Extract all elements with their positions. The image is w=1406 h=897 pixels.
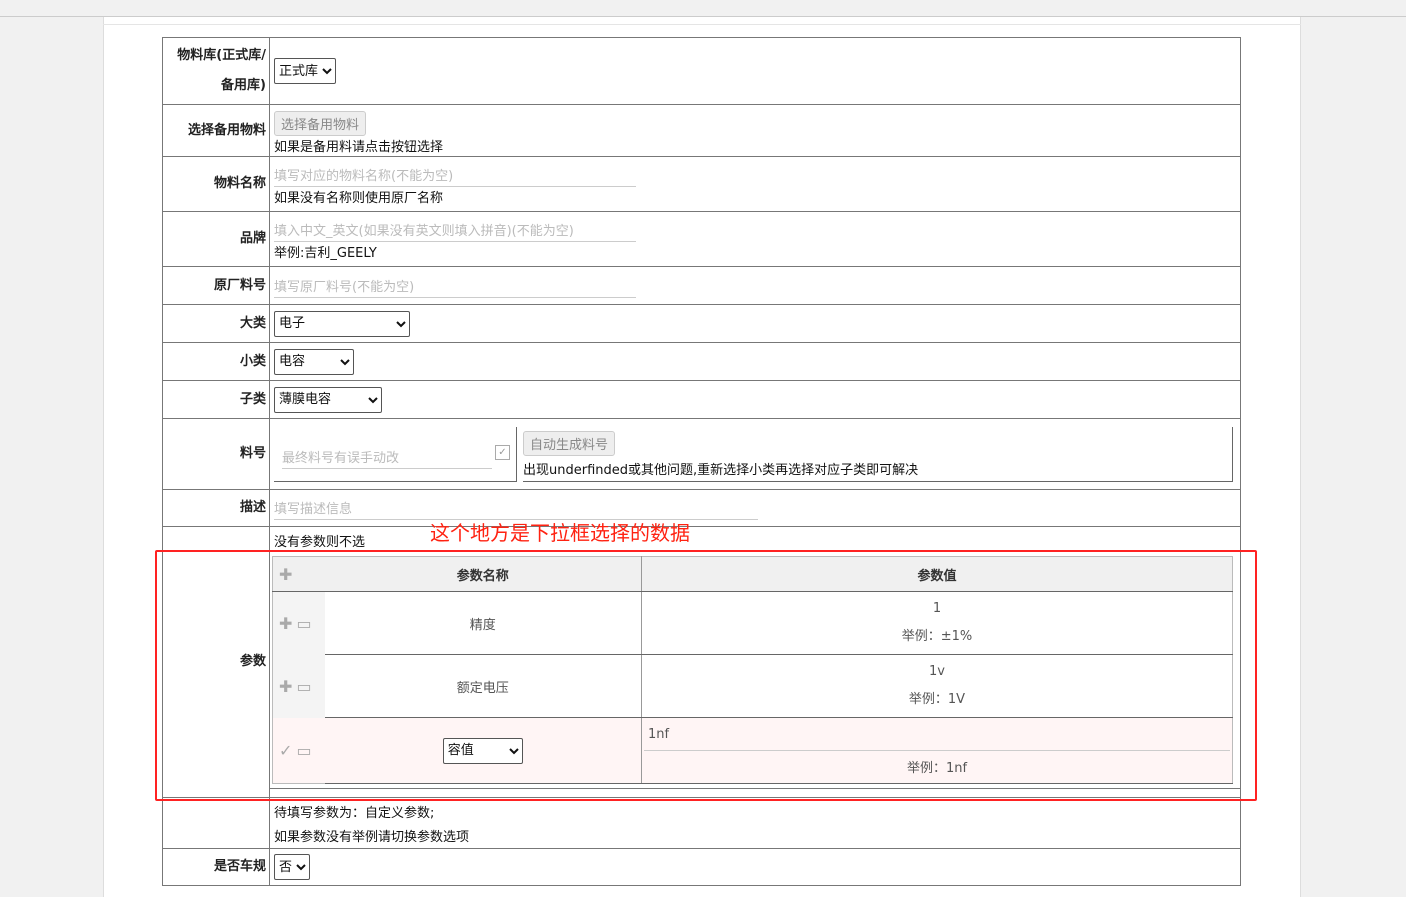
edit-icon[interactable]: ✓ bbox=[495, 444, 510, 460]
spare-label: 选择备用物料 bbox=[162, 104, 270, 157]
add-icon[interactable]: ✚ bbox=[279, 565, 292, 584]
partno-label: 料号 bbox=[162, 418, 270, 490]
params-label: 参数 bbox=[162, 526, 270, 798]
oem-label: 原厂料号 bbox=[162, 266, 270, 305]
add-icon[interactable]: ✚ bbox=[279, 677, 292, 696]
category-select[interactable]: 电子 bbox=[274, 310, 410, 337]
params-table: ✚ 参数名称 参数值 ✚ ▭ 精度 1 举例：±1% ✚ ▭ 额定电压 1v 举例：1V ✓ ▭… bbox=[272, 556, 1233, 784]
param-name-select[interactable]: 容值 bbox=[442, 737, 523, 764]
vehicle-label: 是否车规 bbox=[162, 848, 270, 886]
childcategory-select[interactable]: 薄膜电容 bbox=[274, 386, 382, 413]
subcategory-select[interactable]: 电容 bbox=[274, 348, 354, 375]
name-input[interactable]: 填写对应的物料名称(不能为空) bbox=[274, 163, 636, 187]
select-spare-button[interactable]: 选择备用物料 bbox=[274, 110, 367, 136]
param-row: ✚ ▭ 精度 1 举例：±1% bbox=[272, 591, 1233, 655]
remove-icon[interactable]: ▭ bbox=[297, 741, 312, 760]
confirm-icon[interactable]: ✓ bbox=[279, 741, 292, 760]
remove-icon[interactable]: ▭ bbox=[297, 614, 312, 633]
param-value-input[interactable]: 1nf bbox=[644, 719, 1230, 751]
remove-icon[interactable]: ▭ bbox=[297, 677, 312, 696]
brand-input[interactable]: 填入中文_英文(如果没有英文则填入拼音)(不能为空) bbox=[274, 218, 636, 242]
partno-input[interactable]: 最终料号有误手动改 bbox=[282, 445, 492, 469]
childcategory-label: 子类 bbox=[162, 380, 270, 419]
library-select[interactable]: 正式库 bbox=[274, 58, 336, 84]
auto-generate-button[interactable]: 自动生成料号 bbox=[523, 430, 616, 456]
material-form: 物料库(正式库/备用库) 正式库 选择备用物料 选择备用物料 如果是备用料请点击按… bbox=[162, 37, 1241, 886]
category-label: 大类 bbox=[162, 304, 270, 343]
annotation-text: 这个地方是下拉框选择的数据 bbox=[430, 521, 690, 545]
subcategory-label: 小类 bbox=[162, 342, 270, 381]
desc-label: 描述 bbox=[162, 489, 270, 527]
brand-label: 品牌 bbox=[162, 211, 270, 267]
param-edit-row: ✓ ▭ 容值 1nf 举例：1nf bbox=[272, 717, 1233, 784]
param-row: ✚ ▭ 额定电压 1v 举例：1V bbox=[272, 654, 1233, 718]
name-label: 物料名称 bbox=[162, 156, 270, 212]
vehicle-select[interactable]: 否 bbox=[274, 854, 310, 880]
oem-input[interactable]: 填写原厂料号(不能为空) bbox=[274, 274, 636, 298]
library-label: 物料库(正式库/备用库) bbox=[162, 37, 270, 105]
add-icon[interactable]: ✚ bbox=[279, 614, 292, 633]
